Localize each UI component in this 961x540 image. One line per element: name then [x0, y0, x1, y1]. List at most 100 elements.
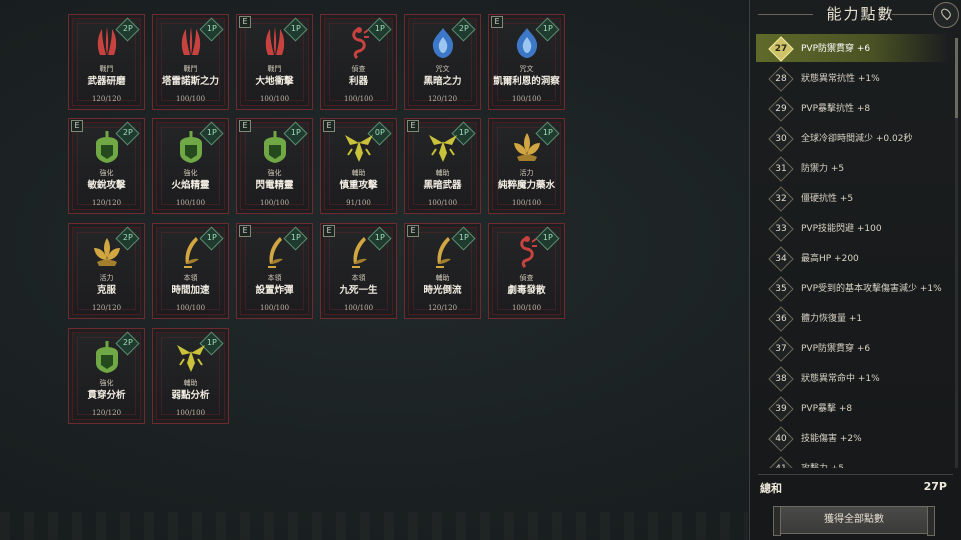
skill-name: 九死一生 — [339, 285, 378, 296]
scrollbar-thumb[interactable] — [955, 38, 958, 118]
ability-bonus-text: PVP技能閃避 +100 — [801, 224, 882, 234]
skill-level: 100/100 — [511, 199, 542, 207]
skill-card[interactable]: E 1P 戰鬥 大地衝擊 100/100 — [236, 14, 313, 110]
ability-point-row[interactable]: 28 狀態異常抗性 +1% — [756, 64, 949, 92]
location-pin-icon[interactable] — [933, 2, 959, 28]
ability-points-list[interactable]: 27 PVP防禦貫穿 +6 28 狀態異常抗性 +1% 29 PVP暴擊抗性 +8 3… — [750, 34, 961, 468]
equipped-badge: E — [71, 120, 83, 132]
level-diamond: 30 — [768, 126, 794, 152]
ability-point-row[interactable]: 31 防禦力 +5 — [756, 154, 949, 182]
ability-point-row[interactable]: 32 僵硬抗性 +5 — [756, 184, 949, 212]
skill-name: 利器 — [348, 76, 368, 87]
ability-point-row[interactable]: 41 攻擊力 +5 — [756, 454, 949, 468]
title-divider-right — [892, 14, 932, 15]
level-diamond: 27 — [768, 36, 794, 62]
obtain-all-points-button[interactable]: 獲得全部點數 — [773, 506, 935, 536]
skill-level: 100/100 — [259, 95, 290, 103]
skill-card[interactable]: 1P 戰鬥 塔雷諾斯之力 100/100 — [152, 14, 229, 110]
ability-bonus-text: 防禦力 +5 — [801, 164, 845, 174]
skill-card[interactable]: E 2P 強化 敏銳攻擊 120/120 — [68, 118, 145, 214]
skill-level: 100/100 — [511, 304, 542, 312]
ability-bonus-text: 僵硬抗性 +5 — [801, 194, 854, 204]
skill-name: 慎重攻擊 — [339, 180, 378, 191]
level-diamond: 39 — [768, 396, 794, 422]
level-diamond: 38 — [768, 366, 794, 392]
skill-card[interactable]: 1P 強化 火焰精靈 100/100 — [152, 118, 229, 214]
ability-point-row[interactable]: 36 體力恢復量 +1 — [756, 304, 949, 332]
skill-card[interactable]: 1P 本領 時間加速 100/100 — [152, 223, 229, 319]
skill-card[interactable]: E 0P 輔助 慎重攻擊 91/100 — [320, 118, 397, 214]
ability-point-row[interactable]: 38 狀態異常命中 +1% — [756, 364, 949, 392]
ability-bonus-text: 技能傷害 +2% — [801, 434, 862, 444]
skill-grid: 2P 戰鬥 武器研磨 120/120 1P 戰鬥 塔雷諾斯之力 100/100 E 1P 戰鬥 大地衝… — [0, 0, 740, 540]
skill-level: 100/100 — [175, 304, 206, 312]
ability-point-row[interactable]: 37 PVP防禦貫穿 +6 — [756, 334, 949, 362]
skill-level: 100/100 — [259, 304, 290, 312]
skill-level: 120/120 — [91, 409, 122, 417]
skill-level: 100/100 — [343, 304, 374, 312]
panel-divider — [758, 474, 953, 475]
equipped-badge: E — [407, 120, 419, 132]
ability-points-panel: 能力點數 27 PVP防禦貫穿 +6 28 狀態異常抗性 +1% 29 PVP暴擊抗… — [749, 0, 961, 540]
ability-bonus-text: PVP受到的基本攻擊傷害減少 +1% — [801, 284, 942, 294]
skill-card[interactable]: 2P 咒文 黑暗之力 120/120 — [404, 14, 481, 110]
skill-name: 劇毒發散 — [507, 285, 546, 296]
skill-name: 凱爾利恩的洞察 — [493, 76, 560, 87]
skill-card[interactable]: E 1P 本領 設置炸彈 100/100 — [236, 223, 313, 319]
skill-card[interactable]: 2P 活力 克服 120/120 — [68, 223, 145, 319]
skill-name: 克服 — [96, 285, 116, 296]
skill-card[interactable]: 2P 戰鬥 武器研磨 120/120 — [68, 14, 145, 110]
skill-name: 火焰精靈 — [171, 180, 210, 191]
skill-level: 100/100 — [175, 95, 206, 103]
panel-header: 能力點數 — [750, 0, 961, 34]
ability-bonus-text: 狀態異常命中 +1% — [801, 374, 880, 384]
ability-point-row[interactable]: 33 PVP技能閃避 +100 — [756, 214, 949, 242]
skill-card[interactable]: E 1P 輔助 黑暗武器 100/100 — [404, 118, 481, 214]
ability-point-row[interactable]: 34 最高HP +200 — [756, 244, 949, 272]
skill-card[interactable]: E 1P 強化 閃電精靈 100/100 — [236, 118, 313, 214]
skill-level: 100/100 — [343, 95, 374, 103]
ability-point-row[interactable]: 30 全球冷卻時間減少 +0.02秒 — [756, 124, 949, 152]
equipped-badge: E — [407, 225, 419, 237]
skill-level: 91/100 — [346, 199, 371, 207]
skill-level: 100/100 — [175, 409, 206, 417]
ability-bonus-text: PVP暴擊抗性 +8 — [801, 104, 871, 114]
level-diamond: 31 — [768, 156, 794, 182]
skill-card[interactable]: 2P 強化 貫穿分析 120/120 — [68, 328, 145, 424]
level-diamond: 37 — [768, 336, 794, 362]
equipped-badge: E — [239, 225, 251, 237]
skill-name: 弱點分析 — [171, 390, 210, 401]
ability-bonus-text: PVP防禦貫穿 +6 — [801, 344, 871, 354]
ability-point-row[interactable]: 39 PVP暴擊 +8 — [756, 394, 949, 422]
total-value: 27P — [923, 480, 947, 493]
skill-name: 純粹魔力藥水 — [497, 180, 555, 191]
ability-point-row[interactable]: 29 PVP暴擊抗性 +8 — [756, 94, 949, 122]
skill-card[interactable]: E 1P 本領 九死一生 100/100 — [320, 223, 397, 319]
skill-name: 時間加速 — [171, 285, 210, 296]
skill-card[interactable]: 1P 偵查 劇毒發散 100/100 — [488, 223, 565, 319]
skill-level: 100/100 — [259, 199, 290, 207]
ability-point-row[interactable]: 35 PVP受到的基本攻擊傷害減少 +1% — [756, 274, 949, 302]
skill-level: 120/120 — [427, 95, 458, 103]
level-diamond: 35 — [768, 276, 794, 302]
ability-bonus-text: PVP暴擊 +8 — [801, 404, 853, 414]
skill-card[interactable]: E 1P 輔助 時光倒流 120/120 — [404, 223, 481, 319]
skill-name: 黑暗之力 — [423, 76, 462, 87]
skill-card[interactable]: E 1P 咒文 凱爾利恩的洞察 100/100 — [488, 14, 565, 110]
equipped-badge: E — [323, 225, 335, 237]
ability-point-row[interactable]: 40 技能傷害 +2% — [756, 424, 949, 452]
skill-card[interactable]: 1P 偵查 利器 100/100 — [320, 14, 397, 110]
ability-bonus-text: 最高HP +200 — [801, 254, 859, 264]
level-diamond: 41 — [768, 456, 794, 468]
equipped-badge: E — [491, 16, 503, 28]
ability-bonus-text: PVP防禦貫穿 +6 — [801, 44, 871, 54]
skill-level: 100/100 — [511, 95, 542, 103]
skill-card[interactable]: 1P 輔助 弱點分析 100/100 — [152, 328, 229, 424]
floor-decoration — [0, 512, 748, 540]
ability-bonus-text: 攻擊力 +5 — [801, 461, 844, 468]
level-diamond: 36 — [768, 306, 794, 332]
ability-point-row[interactable]: 27 PVP防禦貫穿 +6 — [756, 34, 949, 62]
skill-card[interactable]: 1P 活力 純粹魔力藥水 100/100 — [488, 118, 565, 214]
skill-name: 塔雷諾斯之力 — [161, 76, 219, 87]
skill-name: 武器研磨 — [87, 76, 126, 87]
